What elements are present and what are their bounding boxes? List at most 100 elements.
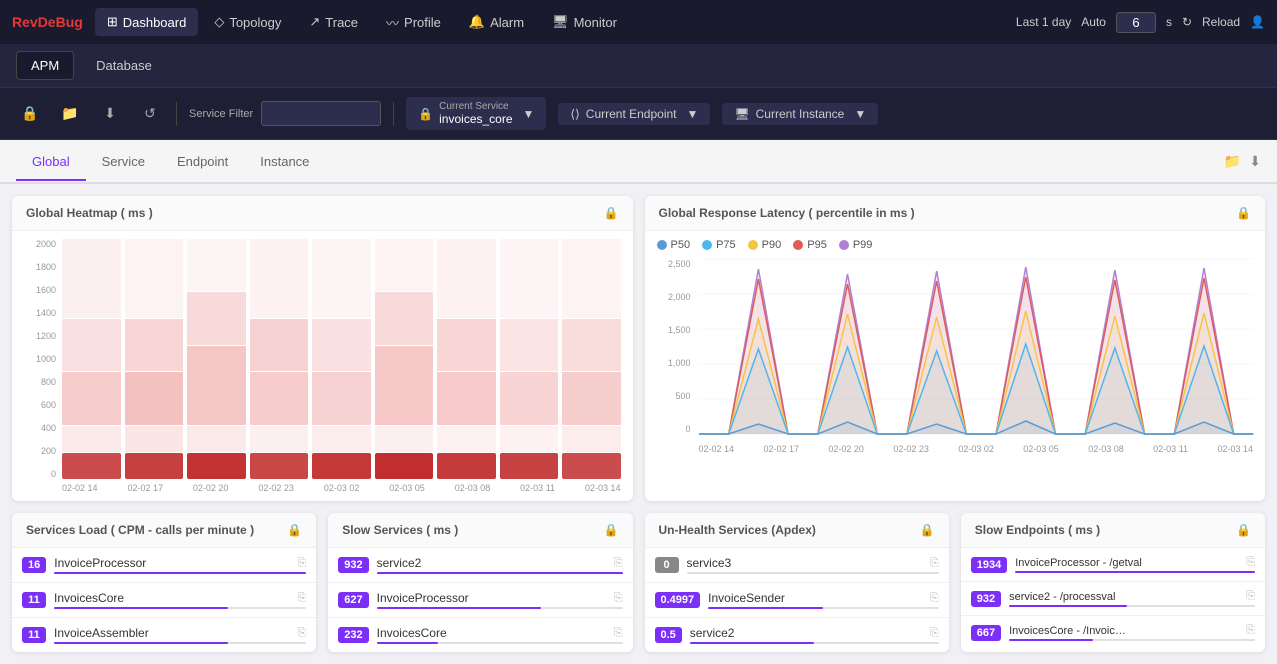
user-icon[interactable]: 👤: [1250, 15, 1265, 29]
service-load-name-3: InvoiceAssembler: [54, 626, 297, 640]
service-load-count-1: 16: [22, 557, 46, 573]
toolbar-divider: [176, 102, 177, 126]
slow-endpoints-title: Slow Endpoints ( ms ): [975, 523, 1100, 537]
folder-icon[interactable]: 📁: [56, 100, 84, 128]
trace-icon: ↗: [309, 14, 320, 30]
subnav-apm[interactable]: APM: [16, 51, 74, 80]
unhealth-count-2: 0.4997: [655, 592, 701, 608]
tab-service[interactable]: Service: [86, 144, 161, 179]
reload-icon: ↻: [1182, 15, 1192, 29]
instance-caret-icon: ▼: [854, 107, 866, 121]
unhealth-copy-1[interactable]: ⎘: [930, 557, 939, 570]
heatmap-col-4: [250, 239, 309, 479]
current-endpoint-selector[interactable]: ⟨⟩ Current Endpoint ▼: [558, 103, 710, 125]
unhealth-copy-3[interactable]: ⎘: [930, 627, 939, 640]
nav-alarm[interactable]: 🔔 Alarm: [457, 8, 536, 36]
download-icon[interactable]: ⬇: [96, 100, 124, 128]
unhealth-services-lock-icon: 🔒: [920, 523, 935, 537]
global-heatmap-card: Global Heatmap ( ms ) 🔒 2000 1800 1600 1…: [12, 196, 633, 501]
list-item: 11 InvoiceAssembler ⎘: [12, 618, 316, 652]
global-latency-title: Global Response Latency ( percentile in …: [659, 206, 915, 220]
list-item: 1934 InvoiceProcessor - /getval ⎘: [961, 548, 1265, 582]
slow-ep-name-2: service2 - /processval: [1009, 591, 1246, 603]
list-item: 232 InvoicesCore ⎘: [328, 618, 632, 652]
copy-icon-1[interactable]: ⎘: [297, 557, 306, 570]
endpoint-icon: ⟨⟩: [570, 107, 579, 121]
heatmap-col-3: [187, 239, 246, 479]
nav-monitor[interactable]: 🖥 Monitor: [540, 8, 629, 36]
nav-topology[interactable]: ◇ Topology: [202, 8, 293, 36]
reload-button[interactable]: Reload: [1202, 15, 1240, 29]
slow-endpoints-lock-icon: 🔒: [1236, 523, 1251, 537]
heatmap-lock-icon: 🔒: [604, 206, 619, 220]
tab-endpoint[interactable]: Endpoint: [161, 144, 244, 179]
unhealth-copy-2[interactable]: ⎘: [930, 592, 939, 605]
slow-copy-icon-3[interactable]: ⎘: [614, 627, 623, 640]
global-latency-body: P50 P75 P90 P95 P99: [645, 231, 1266, 462]
copy-icon-3[interactable]: ⎘: [297, 627, 306, 640]
current-service-value: invoices_core: [439, 112, 512, 126]
list-item: 0.5 service2 ⎘: [645, 618, 949, 652]
slow-copy-icon-2[interactable]: ⎘: [614, 592, 623, 605]
top-navigation: RevDeBug ⊞ Dashboard ◇ Topology ↗ Trace …: [0, 0, 1277, 44]
topology-icon: ◇: [214, 14, 224, 30]
global-latency-card: Global Response Latency ( percentile in …: [645, 196, 1266, 501]
slow-ep-name-3: InvoicesCore - /Invoices/Reconcile/1...: [1009, 625, 1129, 637]
global-heatmap-title: Global Heatmap ( ms ): [26, 206, 153, 220]
legend-p50: P50: [657, 239, 691, 251]
nav-trace[interactable]: ↗ Trace: [297, 8, 370, 36]
slow-ep-name-1: InvoiceProcessor - /getval: [1015, 557, 1246, 569]
unhealth-name-1: service3: [687, 556, 930, 570]
nav-profile[interactable]: 〰 Profile: [374, 7, 453, 38]
endpoint-caret-icon: ▼: [687, 107, 699, 121]
heatmap-col-1: [62, 239, 121, 479]
service-filter-input[interactable]: [261, 101, 381, 126]
services-load-list: 16 InvoiceProcessor ⎘ 11: [12, 548, 316, 652]
heatmap-x-axis: 02-02 14 02-02 17 02-02 20 02-02 23 02-0…: [24, 483, 621, 493]
slow-service-bar-1: [377, 572, 623, 574]
current-instance-selector[interactable]: 🖥 Current Instance ▼: [722, 103, 878, 125]
global-latency-header: Global Response Latency ( percentile in …: [645, 196, 1266, 231]
slow-service-name-1: service2: [377, 556, 614, 570]
latency-chart-container: 2,500 2,000 1,500 1,000 500 0: [657, 259, 1254, 454]
lock-icon[interactable]: 🔒: [16, 100, 44, 128]
slow-service-bar-3: [377, 642, 623, 644]
heatmap-col-5: [312, 239, 371, 479]
slow-ep-bar-3: [1009, 639, 1255, 641]
slow-service-bar-2: [377, 607, 623, 609]
service-load-bar-2: [54, 607, 306, 609]
tab-global[interactable]: Global: [16, 144, 86, 181]
nav-dashboard[interactable]: ⊞ Dashboard: [95, 8, 199, 36]
subnav-database[interactable]: Database: [82, 52, 166, 79]
unhealth-services-title: Un-Health Services (Apdex): [659, 523, 816, 537]
slow-ep-copy-3[interactable]: ⎘: [1246, 624, 1255, 637]
refresh-icon[interactable]: ↺: [136, 100, 164, 128]
current-service-selector[interactable]: 🔒 Current Service invoices_core ▼: [406, 97, 546, 130]
unhealth-count-3: 0.5: [655, 627, 682, 643]
heatmap-y-axis: 2000 1800 1600 1400 1200 1000 800 600 40…: [24, 239, 62, 479]
services-load-card: Services Load ( CPM - calls per minute )…: [12, 513, 316, 652]
export-dashboard-icon[interactable]: ⬇: [1249, 153, 1261, 170]
copy-icon-2[interactable]: ⎘: [297, 592, 306, 605]
slow-service-name-3: InvoicesCore: [377, 626, 614, 640]
alarm-icon: 🔔: [469, 14, 485, 30]
slow-ep-copy-1[interactable]: ⎘: [1246, 556, 1255, 569]
list-item: 667 InvoicesCore - /Invoices/Reconcile/1…: [961, 616, 1265, 649]
unhealth-bar-1: [687, 572, 939, 574]
last-period-label: Last 1 day: [1016, 15, 1071, 29]
slow-ep-bar-1: [1015, 571, 1255, 573]
legend-p90: P90: [748, 239, 782, 251]
slow-ep-count-1: 1934: [971, 557, 1007, 573]
current-endpoint-label: Current Endpoint: [586, 107, 677, 121]
slow-ep-copy-2[interactable]: ⎘: [1246, 590, 1255, 603]
save-dashboard-icon[interactable]: 📁: [1224, 153, 1241, 170]
slow-services-lock-icon: 🔒: [604, 523, 619, 537]
current-service-lock-icon: 🔒: [418, 107, 433, 121]
list-item: 932 service2 ⎘: [328, 548, 632, 583]
tab-instance[interactable]: Instance: [244, 144, 325, 179]
app-logo: RevDeBug: [12, 14, 83, 30]
heatmap-col-6: [375, 239, 434, 479]
interval-input[interactable]: [1116, 12, 1156, 33]
service-load-name-2: InvoicesCore: [54, 591, 297, 605]
slow-copy-icon-1[interactable]: ⎘: [614, 557, 623, 570]
